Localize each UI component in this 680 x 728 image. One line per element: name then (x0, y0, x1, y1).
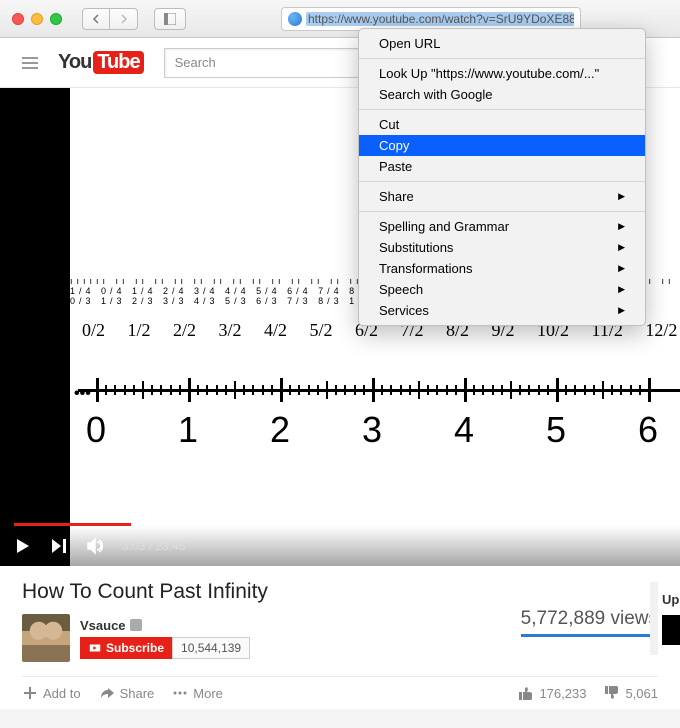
ctx-paste[interactable]: Paste (359, 156, 645, 177)
back-button[interactable] (82, 8, 110, 30)
ctx-open-url[interactable]: Open URL (359, 33, 645, 54)
chevron-right-icon: ▶ (618, 221, 625, 232)
channel-name[interactable]: Vsauce (80, 618, 250, 633)
ctx-cut[interactable]: Cut (359, 114, 645, 135)
subscribe-button[interactable]: Subscribe (80, 637, 172, 659)
context-menu: Open URL Look Up "https://www.youtube.co… (358, 28, 646, 326)
video-info: How To Count Past Infinity Vsauce Subscr… (0, 566, 680, 709)
play-button[interactable] (14, 537, 32, 555)
next-button[interactable] (50, 537, 68, 555)
maximize-window-button[interactable] (50, 13, 62, 25)
ctx-spelling[interactable]: Spelling and Grammar▶ (359, 216, 645, 237)
sidebar-toggle-button[interactable] (154, 8, 186, 30)
ctx-substitutions[interactable]: Substitutions▶ (359, 237, 645, 258)
chevron-right-icon: ▶ (618, 284, 625, 295)
view-count: 5,772,889 views (521, 608, 658, 637)
chevron-right-icon: ▶ (618, 263, 625, 274)
number-line: ••• 0123456 (78, 381, 680, 491)
like-button[interactable]: 176,233 (518, 685, 586, 701)
forward-button[interactable] (110, 8, 138, 30)
site-icon (288, 12, 302, 26)
window-controls (12, 13, 62, 25)
minimize-window-button[interactable] (31, 13, 43, 25)
player-controls: 3:03 / 23:45 (0, 526, 680, 566)
timecode: 3:03 / 23:45 (122, 539, 185, 553)
volume-button[interactable] (86, 537, 104, 555)
close-window-button[interactable] (12, 13, 24, 25)
hamburger-menu-button[interactable] (22, 57, 38, 69)
ctx-copy[interactable]: Copy (359, 135, 645, 156)
chevron-right-icon: ▶ (618, 191, 625, 202)
ctx-share[interactable]: Share▶ (359, 186, 645, 207)
chevron-right-icon: ▶ (618, 305, 625, 316)
share-button[interactable]: Share (99, 685, 155, 701)
up-next-sidebar: Up (650, 582, 680, 655)
ctx-services[interactable]: Services▶ (359, 300, 645, 321)
more-button[interactable]: More (172, 685, 223, 701)
verified-icon (130, 619, 142, 631)
ctx-transformations[interactable]: Transformations▶ (359, 258, 645, 279)
add-to-button[interactable]: Add to (22, 685, 81, 701)
url-text: https://www.youtube.com/watch?v=SrU9YDoX… (306, 12, 574, 26)
channel-avatar[interactable] (22, 614, 70, 662)
video-title: How To Count Past Infinity (22, 580, 658, 604)
address-bar[interactable]: https://www.youtube.com/watch?v=SrU9YDoX… (281, 7, 581, 31)
ctx-speech[interactable]: Speech▶ (359, 279, 645, 300)
nav-buttons (82, 8, 138, 30)
chevron-right-icon: ▶ (618, 242, 625, 253)
ctx-search-google[interactable]: Search with Google (359, 84, 645, 105)
upnext-thumbnail[interactable] (662, 615, 680, 645)
youtube-logo[interactable]: YouTube (58, 51, 144, 74)
ctx-lookup[interactable]: Look Up "https://www.youtube.com/..." (359, 63, 645, 84)
subscriber-count: 10,544,139 (172, 637, 250, 659)
dislike-button[interactable]: 5,061 (604, 685, 658, 701)
